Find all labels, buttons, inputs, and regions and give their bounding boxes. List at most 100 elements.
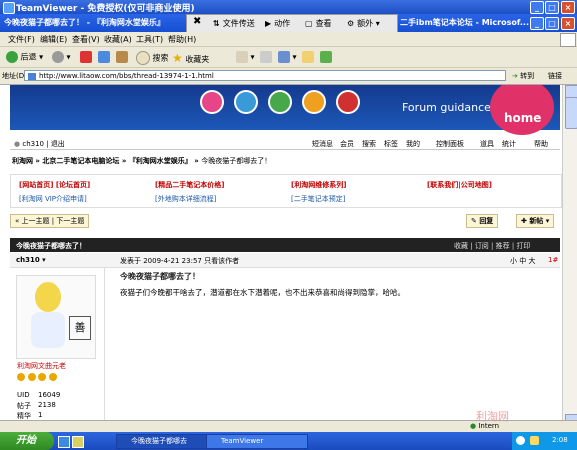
logo-icon[interactable] bbox=[200, 90, 224, 114]
links-button[interactable]: 链接 bbox=[548, 71, 562, 81]
nav-tags[interactable]: 标签 bbox=[384, 139, 398, 149]
nav-control-panel[interactable]: 控制面板 bbox=[436, 139, 464, 149]
network-icon[interactable] bbox=[516, 436, 525, 445]
stop-button[interactable] bbox=[80, 51, 92, 63]
user-avatar[interactable]: 善 bbox=[16, 275, 96, 359]
ie-quicklaunch-icon[interactable] bbox=[58, 436, 70, 448]
tv-extras[interactable]: ⚙ 额外 ▾ bbox=[347, 18, 380, 29]
discuss-button[interactable] bbox=[302, 51, 314, 63]
address-input[interactable]: http://www.litaow.com/bbs/thread-13974-1… bbox=[24, 70, 506, 81]
favorites-button[interactable]: ★ 收藏夹 bbox=[172, 51, 209, 65]
volume-icon[interactable] bbox=[530, 436, 539, 445]
gear-icon: ⚙ bbox=[347, 19, 355, 28]
link-repair[interactable]: [利淘网维修系列] bbox=[291, 180, 346, 190]
forum-guidance[interactable]: Forum guidance bbox=[402, 101, 491, 114]
ie-minimize-button[interactable]: _ bbox=[530, 17, 544, 30]
print-button[interactable] bbox=[260, 51, 272, 63]
link-contact[interactable]: [联系我们|公司地图] bbox=[427, 180, 492, 190]
teamviewer-title: TeamViewer - 免费授权(仅可非商业使用) bbox=[16, 4, 195, 14]
discuss-icon bbox=[302, 51, 314, 63]
back-button[interactable]: 后退 ▾ bbox=[6, 51, 43, 63]
ie-maximize-button[interactable]: □ bbox=[545, 17, 559, 30]
run-icon[interactable] bbox=[302, 90, 326, 114]
menu-tools[interactable]: 工具(T) bbox=[136, 34, 163, 45]
tv-view[interactable]: ▢ 查看 bbox=[305, 18, 332, 29]
nav-items[interactable]: 道具 bbox=[480, 139, 494, 149]
menu-view[interactable]: 查看(V) bbox=[72, 34, 100, 45]
favorite-link[interactable]: 收藏 bbox=[454, 242, 468, 250]
link-prices[interactable]: [精品二手笔记本价格] bbox=[155, 180, 224, 190]
stat-label: 帖子 bbox=[17, 402, 31, 410]
ie-close-button[interactable]: × bbox=[561, 17, 575, 30]
breadcrumb-site[interactable]: 利淘网 bbox=[12, 157, 33, 165]
browser-title-right: 二手ibm笔记本论坛 - Microsof... bbox=[400, 18, 529, 27]
minimize-button[interactable]: _ bbox=[530, 1, 544, 14]
search-icon bbox=[136, 51, 150, 65]
forward-button[interactable]: ▾ bbox=[52, 51, 71, 63]
post-author[interactable]: ch310 ▾ bbox=[16, 256, 46, 264]
star-icon: ★ bbox=[172, 51, 183, 65]
home-banner-button[interactable]: home bbox=[490, 85, 554, 135]
walk-icon[interactable] bbox=[336, 90, 360, 114]
vertical-scrollbar[interactable] bbox=[562, 85, 577, 427]
nav-members[interactable]: 会员 bbox=[340, 139, 354, 149]
tv-actions[interactable]: ▶ 动作 bbox=[265, 18, 290, 29]
recommend-link[interactable]: 推荐 bbox=[496, 242, 510, 250]
start-button[interactable]: 开始 bbox=[0, 432, 54, 450]
search-button[interactable]: 搜索 bbox=[136, 51, 169, 65]
font-size-switch[interactable]: 小 中 大 bbox=[510, 256, 535, 266]
edit-icon bbox=[278, 51, 290, 63]
post-floor: 1# bbox=[548, 256, 559, 264]
breadcrumb-forum[interactable]: 北京二手笔记本电脑论坛 bbox=[42, 157, 119, 165]
subscribe-link[interactable]: 订阅 bbox=[475, 242, 489, 250]
menu-file[interactable]: 文件(F) bbox=[8, 34, 35, 45]
mail-button[interactable]: ▾ bbox=[236, 51, 255, 63]
task-teamviewer[interactable]: TeamViewer bbox=[206, 434, 308, 449]
menu-favorites[interactable]: 收藏(A) bbox=[104, 34, 132, 45]
view-icon: ▢ bbox=[305, 19, 313, 28]
quick-links: [网站首页] [论坛首页] [精品二手笔记本价格] [利淘网维修系列] [联系我… bbox=[10, 174, 562, 208]
home-button[interactable] bbox=[116, 51, 128, 63]
breadcrumb: 利淘网 » 北京二手笔记本电脑论坛 » 『利淘网水堂娱乐』 » 今晚夜猫子都哪去… bbox=[12, 157, 272, 165]
link-reserve[interactable]: [二手笔记本预定] bbox=[291, 194, 345, 204]
link-home[interactable]: [网站首页] [论坛首页] bbox=[19, 180, 90, 190]
avatar-body bbox=[31, 312, 65, 348]
tv-close-icon[interactable]: ✖ bbox=[193, 16, 201, 27]
breadcrumb-board[interactable]: 『利淘网水堂娱乐』 bbox=[129, 157, 192, 165]
nav-mine[interactable]: 我的 bbox=[406, 139, 420, 149]
user-icon[interactable] bbox=[234, 90, 258, 114]
rank-icon bbox=[38, 372, 47, 381]
task-browser[interactable]: 今晚夜猫子都哪去 bbox=[116, 434, 218, 449]
fork-icon[interactable] bbox=[268, 90, 292, 114]
close-button[interactable]: × bbox=[561, 1, 575, 14]
nav-messages[interactable]: 短消息 bbox=[312, 139, 333, 149]
logout-link[interactable]: 退出 bbox=[51, 140, 65, 148]
menu-edit[interactable]: 编辑(E) bbox=[40, 34, 67, 45]
maximize-button[interactable]: □ bbox=[545, 1, 559, 14]
new-post-button[interactable]: ✚ 新帖 ▾ bbox=[516, 214, 555, 228]
prev-next-thread[interactable]: « 上一主题 | 下一主题 bbox=[10, 214, 90, 228]
print-link[interactable]: 打印 bbox=[516, 242, 530, 250]
edit-button[interactable]: ▾ bbox=[278, 51, 297, 63]
link-vip[interactable]: [利淘网 VIP介绍申请] bbox=[19, 194, 87, 204]
go-arrow-icon: ➔ bbox=[512, 72, 518, 80]
teamviewer-icon bbox=[3, 2, 15, 14]
messenger-button[interactable] bbox=[320, 51, 332, 63]
link-process[interactable]: [外地购本详细流程] bbox=[155, 194, 216, 204]
desktop-quicklaunch-icon[interactable] bbox=[72, 436, 84, 448]
go-button[interactable]: ➔ 转到 bbox=[512, 71, 534, 81]
reply-button[interactable]: ✎ 回复 bbox=[466, 214, 499, 228]
prev-thread[interactable]: 上一主题 bbox=[22, 217, 50, 225]
menu-help[interactable]: 帮助(H) bbox=[168, 34, 196, 45]
nav-stats[interactable]: 统计 bbox=[502, 139, 516, 149]
nav-help[interactable]: 帮助 bbox=[534, 139, 548, 149]
rank-icon bbox=[27, 372, 36, 381]
scroll-thumb[interactable] bbox=[565, 97, 577, 129]
print-icon bbox=[260, 51, 272, 63]
tv-file-transfer[interactable]: ⇅ 文件传送 bbox=[213, 18, 255, 29]
nav-search[interactable]: 搜索 bbox=[362, 139, 376, 149]
next-thread[interactable]: 下一主题 bbox=[56, 217, 84, 225]
username-link[interactable]: ● ch310 | 退出 bbox=[14, 139, 65, 149]
refresh-button[interactable] bbox=[98, 51, 110, 63]
system-tray: 2:08 bbox=[512, 432, 577, 450]
